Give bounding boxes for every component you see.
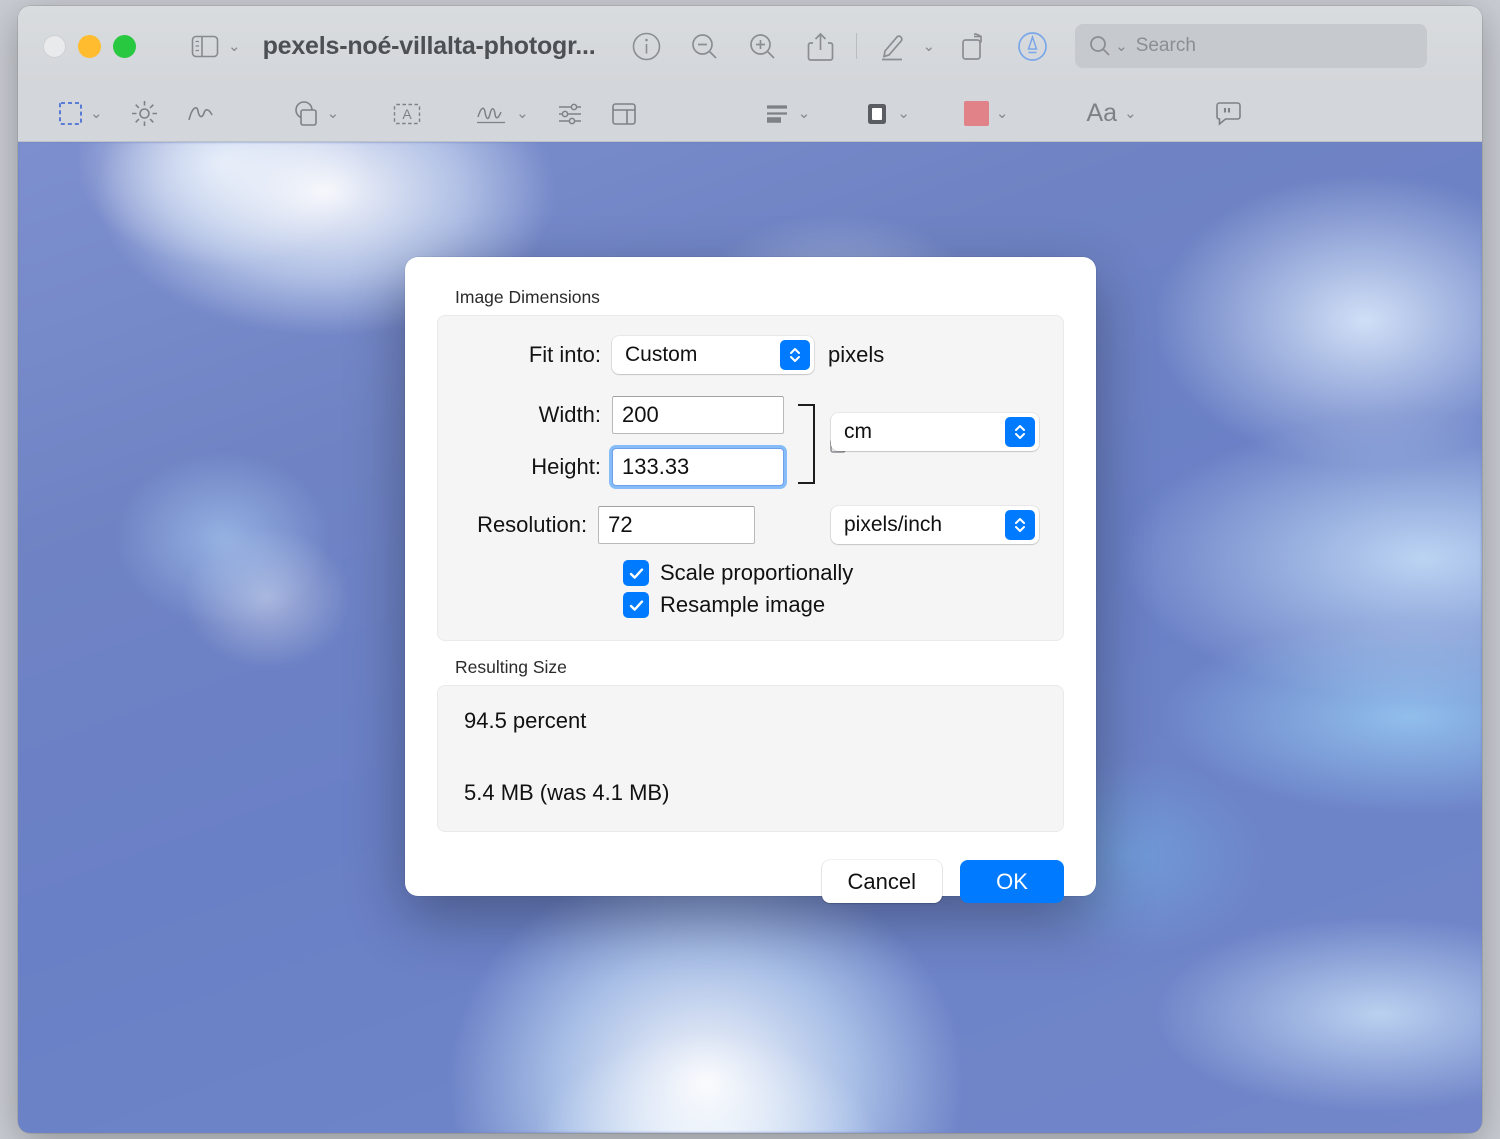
resolution-unit-wrap: pixels/inch (831, 506, 1039, 544)
dialog-button-row: Cancel OK (437, 860, 1064, 903)
adjust-size-dialog: Image Dimensions Fit into: Custom pixels… (405, 257, 1096, 903)
scale-proportionally-label: Scale proportionally (660, 560, 854, 585)
shape-style-icon[interactable]: ⌄ (751, 94, 825, 134)
fit-into-select[interactable]: Custom (612, 336, 814, 374)
zoom-out-icon[interactable] (676, 24, 734, 68)
resample-image-row[interactable]: Resample image (623, 592, 1039, 618)
zoom-window-button[interactable] (113, 34, 136, 58)
height-value: 133.33 (622, 454, 690, 479)
shapes-icon[interactable]: ⌄ (279, 94, 354, 134)
resolution-unit-select[interactable]: pixels/inch (831, 506, 1039, 544)
chevron-down-icon[interactable]: ⌄ (228, 39, 241, 54)
fit-into-stepper-icon[interactable] (780, 340, 810, 370)
size-unit-value: cm (844, 420, 872, 443)
scale-proportionally-checkbox[interactable] (623, 560, 649, 586)
search-chevron-down-icon[interactable]: ⌄ (1115, 39, 1128, 54)
minimize-window-button[interactable] (78, 34, 101, 58)
resulting-filesize: 5.4 MB (was 4.1 MB) (464, 780, 670, 805)
size-unit-select[interactable]: cm (831, 413, 1039, 451)
ok-button[interactable]: OK (960, 860, 1064, 903)
markup-toolbar: ⌄ ⌄ A ⌄ ⌄ ⌄ ⌄ Aa ⌄ (18, 86, 1482, 142)
height-row: Height: 133.33 (462, 448, 784, 486)
width-value: 200 (622, 402, 659, 427)
link-bracket (798, 404, 815, 484)
resolution-unit-value: pixels/inch (844, 513, 943, 536)
sidebar-toggle-group[interactable]: ⌄ (191, 35, 241, 58)
chevron-down-icon-shapestyle[interactable]: ⌄ (798, 106, 811, 121)
text-icon[interactable]: A (379, 94, 435, 134)
resolution-value: 72 (608, 512, 633, 537)
cancel-button[interactable]: Cancel (821, 860, 942, 903)
adjust-color-icon[interactable] (543, 94, 597, 134)
sidebar-icon[interactable] (191, 35, 219, 58)
text-style-label: Aa (1086, 99, 1118, 127)
rectangular-selection-icon[interactable]: ⌄ (44, 94, 117, 134)
close-window-button[interactable] (43, 34, 66, 58)
resolution-input[interactable]: 72 (598, 506, 755, 544)
window-title: pexels-noé-villalta-photogr... (262, 31, 596, 60)
instant-alpha-icon[interactable] (117, 94, 172, 134)
image-dimensions-group-label: Image Dimensions (455, 287, 600, 307)
resolution-row: Resolution: 72 pixels/inch (462, 506, 1039, 544)
fit-into-value: Custom (625, 343, 698, 366)
zoom-in-icon[interactable] (734, 24, 792, 68)
toolbar-divider-left (855, 33, 857, 59)
width-row: Width: 200 (462, 396, 784, 434)
proportions-link (798, 396, 846, 492)
chevron-down-icon-highlight[interactable]: ⌄ (923, 39, 936, 54)
svg-text:A: A (402, 106, 412, 122)
fit-into-label: Fit into: (528, 342, 601, 367)
rotate-icon[interactable] (945, 24, 1003, 68)
resample-image-label: Resample image (660, 592, 826, 617)
chevron-down-icon-selection[interactable]: ⌄ (90, 106, 103, 121)
chevron-down-icon-sign[interactable]: ⌄ (516, 106, 529, 121)
fit-into-units-label: pixels (828, 342, 885, 367)
chevron-down-icon-shapes[interactable]: ⌄ (327, 106, 340, 121)
chevron-down-icon-fill[interactable]: ⌄ (996, 106, 1009, 121)
resample-image-checkbox[interactable] (623, 592, 649, 618)
markup-icon[interactable] (1003, 24, 1061, 68)
preview-window: ⌄ pexels-noé-villalta-photogr... ⌄ ⌄ Sea… (18, 6, 1482, 1133)
image-canvas: Image Dimensions Fit into: Custom pixels… (18, 142, 1482, 1133)
search-field[interactable]: ⌄ Search (1075, 24, 1428, 68)
chevron-down-icon-textstyle[interactable]: ⌄ (1124, 106, 1137, 121)
window-titlebar: ⌄ pexels-noé-villalta-photogr... ⌄ ⌄ Sea… (18, 6, 1482, 86)
toolbar-top-actions: ⌄ ⌄ Search (618, 24, 1428, 68)
resolution-unit-stepper-icon[interactable] (1005, 510, 1035, 540)
width-label: Width: (538, 402, 601, 427)
size-rows: Width: 200 Height: 133.33 cm (462, 396, 1039, 492)
adjust-size-icon[interactable] (597, 94, 651, 134)
size-unit-stepper-icon[interactable] (1005, 417, 1035, 447)
info-icon[interactable] (618, 24, 676, 68)
text-style-icon[interactable]: Aa ⌄ (1072, 94, 1150, 134)
border-color-icon[interactable]: ⌄ (850, 94, 924, 134)
resolution-label: Resolution: (477, 512, 588, 537)
image-dimensions-group: Fit into: Custom pixels Width: 200 Heigh… (437, 315, 1064, 641)
fit-into-row: Fit into: Custom pixels (462, 336, 1039, 374)
share-icon[interactable] (792, 24, 850, 68)
chevron-down-icon-border[interactable]: ⌄ (897, 106, 910, 121)
fill-color-icon[interactable]: ⌄ (950, 94, 1023, 134)
annotate-icon[interactable] (1201, 94, 1256, 134)
scale-proportionally-row[interactable]: Scale proportionally (623, 560, 1039, 586)
width-input[interactable]: 200 (612, 396, 784, 434)
search-placeholder: Search (1135, 35, 1196, 56)
resulting-percent: 94.5 percent (464, 708, 587, 733)
sketch-icon[interactable] (172, 94, 229, 134)
height-input[interactable]: 133.33 (612, 448, 784, 486)
resulting-size-group-label: Resulting Size (455, 657, 567, 677)
highlight-icon[interactable] (863, 24, 921, 68)
size-unit-wrap: cm (831, 413, 1039, 451)
sign-icon[interactable]: ⌄ (461, 94, 543, 134)
fill-color-swatch[interactable] (963, 101, 989, 126)
traffic-lights (43, 34, 136, 58)
height-label: Height: (531, 454, 601, 479)
screen: ⌄ pexels-noé-villalta-photogr... ⌄ ⌄ Sea… (0, 0, 1500, 1139)
resulting-size-group: 94.5 percent 5.4 MB (was 4.1 MB) (437, 685, 1064, 832)
